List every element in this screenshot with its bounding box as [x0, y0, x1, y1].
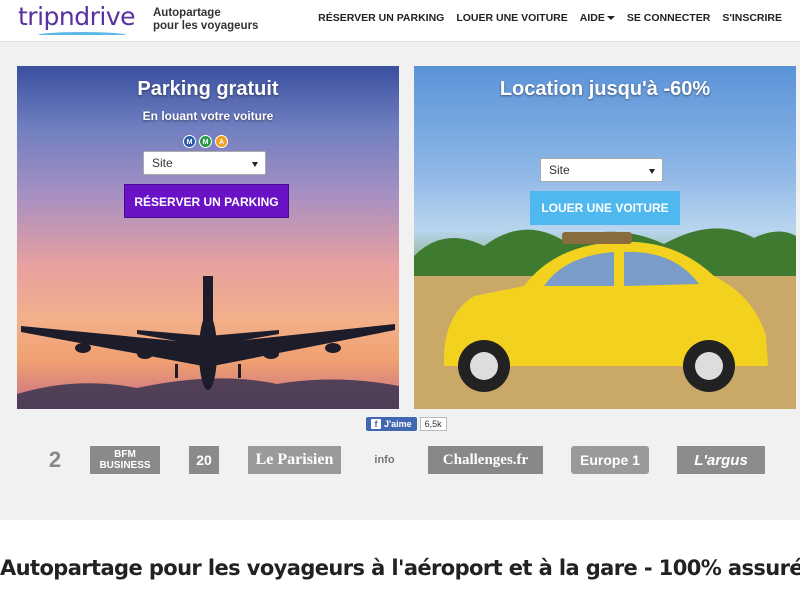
parking-subtitle: En louant votre voiture [142, 109, 274, 123]
car-image [414, 228, 796, 409]
site-header: tripndrive Autopartage pour les voyageur… [0, 0, 800, 42]
nav-rent-car[interactable]: LOUER UNE VOITURE [456, 12, 567, 24]
le-parisien-logo: Le Parisien [248, 446, 341, 474]
challenges-logo: Challenges.fr [428, 446, 543, 474]
parking-site-value: Site [152, 156, 173, 170]
parking-panel: Parking gratuit En louant votre voiture … [17, 66, 399, 409]
nav-help-label: AIDE [579, 12, 605, 24]
metro-icon: M [183, 135, 196, 148]
page-heading: Autopartage pour les voyageurs à l'aérop… [0, 556, 800, 580]
nav-reserve-parking[interactable]: RÉSERVER UN PARKING [318, 12, 444, 24]
tagline-line2: pour les voyageurs [153, 20, 259, 32]
bfm-business-logo: BFM BUSINESS [90, 446, 160, 474]
airplane-image [17, 276, 399, 409]
parking-site-select[interactable]: Site [143, 151, 266, 175]
rental-title: Location jusqu'à -60% [499, 78, 711, 100]
facebook-like-button[interactable]: f J'aime [366, 417, 417, 431]
transport-badges: M M A [183, 135, 228, 148]
nav-login[interactable]: SE CONNECTER [627, 12, 710, 24]
parking-title: Parking gratuit [137, 78, 279, 100]
logo[interactable]: tripndrive [18, 2, 136, 31]
bfm-line1: BFM [114, 449, 136, 460]
metro-icon: M [199, 135, 212, 148]
20minutes-logo: 20 [189, 446, 219, 474]
reserve-parking-button[interactable]: RÉSERVER UN PARKING [124, 184, 289, 218]
rental-site-select[interactable]: Site [540, 158, 663, 182]
nav-signup[interactable]: S'INSCRIRE [722, 12, 782, 24]
facebook-like-label: J'aime [384, 419, 412, 429]
facebook-like-widget: f J'aime 6,5k [366, 417, 447, 431]
bfm-line2: BUSINESS [99, 460, 151, 471]
rental-site-value: Site [549, 163, 570, 177]
france2-logo: 2 [48, 447, 62, 472]
airport-icon: A [215, 135, 228, 148]
info-logo: info [374, 454, 395, 466]
rental-panel: Location jusqu'à -60% Site LOUER UNE VOI… [414, 66, 796, 409]
chevron-down-icon [649, 169, 655, 174]
nav-help[interactable]: AIDE [580, 12, 615, 24]
largus-logo: L'argus [677, 446, 765, 474]
main-nav: RÉSERVER UN PARKING LOUER UNE VOITURE AI… [318, 12, 782, 24]
facebook-like-count: 6,5k [419, 417, 447, 431]
tagline: Autopartage pour les voyageurs [153, 7, 258, 33]
rent-car-button[interactable]: LOUER UNE VOITURE [530, 191, 680, 225]
chevron-down-icon [606, 16, 615, 21]
facebook-icon: f [371, 419, 381, 429]
chevron-down-icon [252, 162, 258, 167]
europe1-logo: Europe 1 [571, 446, 649, 474]
logo-swoosh [38, 32, 126, 38]
tagline-line1: Autopartage [153, 7, 221, 19]
